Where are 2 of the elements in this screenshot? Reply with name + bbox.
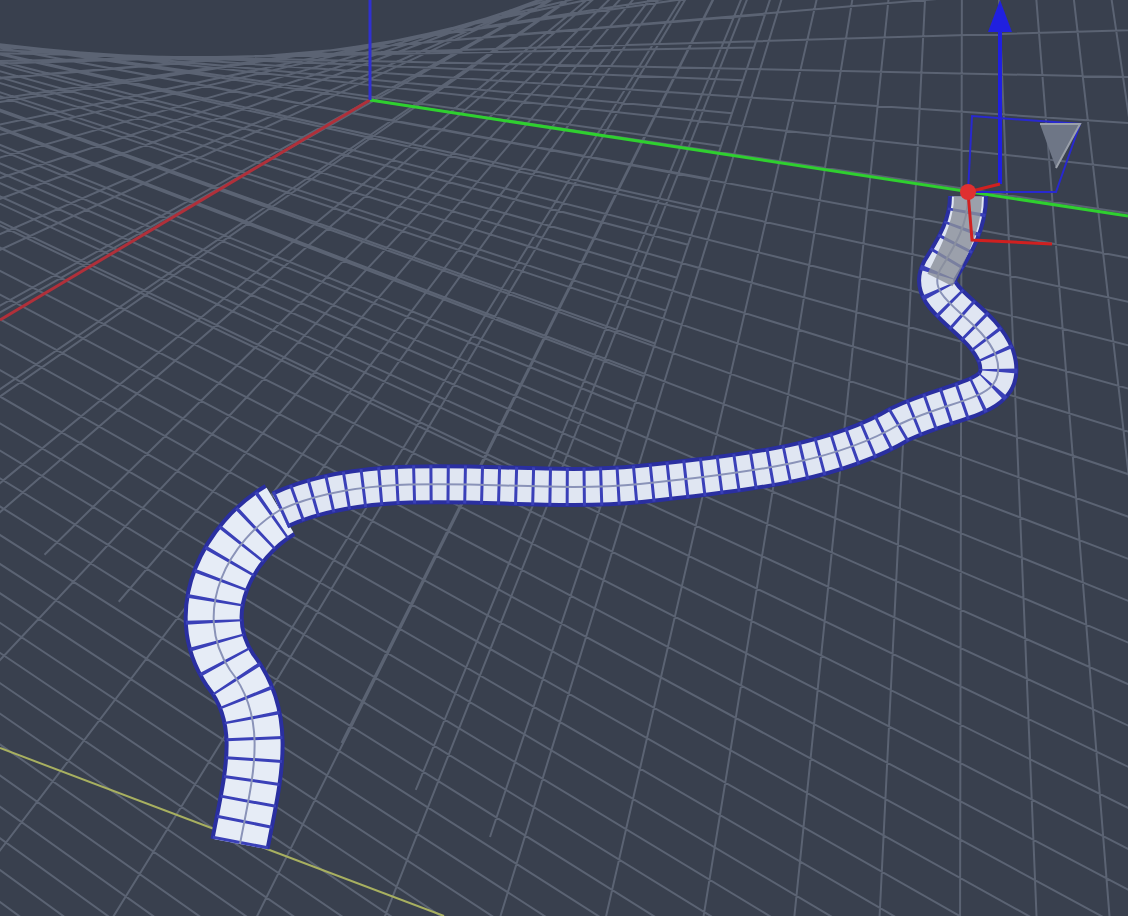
z-axis-line (368, 0, 372, 100)
transform-gizmo-icon[interactable] (960, 0, 1082, 246)
